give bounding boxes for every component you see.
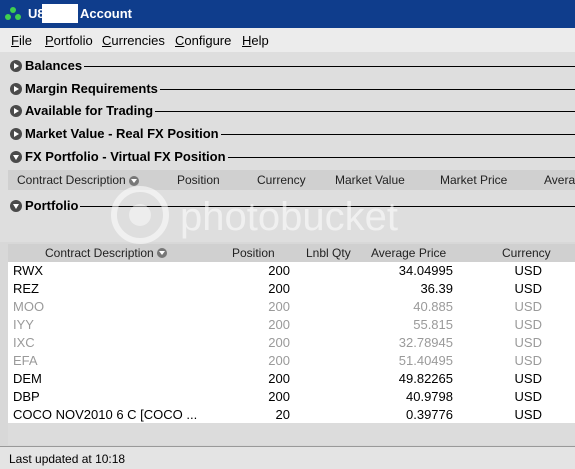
cell-currency: USD: [514, 317, 542, 332]
status-bar: Last updated at 10:18: [0, 446, 575, 469]
cell-position: 200: [268, 371, 290, 386]
redacted-account-id: [42, 4, 78, 23]
cell-currency: USD: [514, 299, 542, 314]
section-label: Available for Trading: [25, 103, 156, 118]
cell-position: 200: [268, 353, 290, 368]
column-header-lnbl-qty[interactable]: Lnbl Qty: [306, 246, 351, 260]
expand-arrow-icon[interactable]: [10, 128, 22, 140]
column-header-position[interactable]: Position: [177, 173, 220, 187]
cell-currency: USD: [514, 263, 542, 278]
cell-contract: MOO: [13, 299, 45, 314]
cell-average-price: 36.39: [420, 281, 453, 296]
table-row[interactable]: EFA 200 51.40495 USD: [8, 352, 575, 370]
column-header-position[interactable]: Position: [232, 246, 275, 260]
cell-contract: REZ: [13, 281, 39, 296]
column-header-currency[interactable]: Currency: [257, 173, 306, 187]
window-title-suffix: Account: [80, 6, 132, 21]
title-bar: U8 Account: [0, 0, 575, 28]
column-header-currency[interactable]: Currency: [502, 246, 551, 260]
cell-position: 20: [275, 407, 290, 422]
section-market-value[interactable]: Market Value - Real FX Position: [0, 123, 575, 145]
cell-average-price: 49.82265: [398, 371, 453, 386]
cell-currency: USD: [514, 281, 542, 296]
column-header-contract-description[interactable]: Contract Description: [45, 246, 167, 260]
table-row[interactable]: DBP 200 40.9798 USD: [8, 388, 575, 406]
section-label: Balances: [25, 58, 85, 73]
table-empty-area: [8, 423, 575, 445]
cell-currency: USD: [514, 389, 542, 404]
last-updated-text: Last updated at 10:18: [9, 452, 126, 466]
section-label: FX Portfolio - Virtual FX Position: [25, 149, 228, 164]
table-row[interactable]: COCO NOV2010 6 C [COCO ... 20 0.39776 US…: [8, 406, 575, 424]
cell-average-price: 40.9798: [406, 389, 453, 404]
section-label: Portfolio: [25, 198, 81, 213]
cell-currency: USD: [514, 371, 542, 386]
portfolio-table: RWX 200 34.04995 USD REZ 200 36.39 USD M…: [8, 262, 575, 423]
column-header-average-price[interactable]: Average Price: [371, 246, 446, 260]
cell-contract: DEM: [13, 371, 42, 386]
sort-arrow-icon[interactable]: [128, 176, 139, 186]
table-row[interactable]: RWX 200 34.04995 USD: [8, 262, 575, 280]
section-label: Market Value - Real FX Position: [25, 126, 221, 141]
cell-average-price: 55.815: [413, 317, 453, 332]
column-header-contract-description[interactable]: Contract Description: [17, 173, 139, 187]
expand-arrow-icon[interactable]: [10, 83, 22, 95]
cell-average-price: 40.885: [413, 299, 453, 314]
section-fx-portfolio[interactable]: FX Portfolio - Virtual FX Position: [0, 146, 575, 168]
fx-table-header: Contract Description Position Currency M…: [8, 170, 575, 190]
menu-currencies[interactable]: Currencies: [102, 33, 165, 48]
table-row[interactable]: MOO 200 40.885 USD: [8, 298, 575, 316]
collapse-arrow-icon[interactable]: [10, 151, 22, 163]
divider: [25, 66, 575, 67]
cell-contract: IYY: [13, 317, 34, 332]
menu-configure[interactable]: Configure: [175, 33, 231, 48]
sort-arrow-icon[interactable]: [156, 248, 167, 258]
section-available-for-trading[interactable]: Available for Trading: [0, 100, 575, 122]
cell-position: 200: [268, 263, 290, 278]
column-header-average[interactable]: Avera: [544, 173, 575, 187]
cell-average-price: 51.40495: [398, 353, 453, 368]
table-row[interactable]: REZ 200 36.39 USD: [8, 280, 575, 298]
menu-help[interactable]: Help: [242, 33, 269, 48]
cell-average-price: 0.39776: [406, 407, 453, 422]
section-balances[interactable]: Balances: [0, 55, 575, 77]
app-logo-icon: [5, 7, 21, 20]
menu-bar: File Portfolio Currencies Configure Help: [0, 28, 575, 52]
cell-average-price: 34.04995: [398, 263, 453, 278]
menu-portfolio[interactable]: Portfolio: [45, 33, 93, 48]
column-header-market-price[interactable]: Market Price: [440, 173, 507, 187]
expand-arrow-icon[interactable]: [10, 60, 22, 72]
cell-position: 200: [268, 299, 290, 314]
table-row[interactable]: IXC 200 32.78945 USD: [8, 334, 575, 352]
cell-currency: USD: [514, 353, 542, 368]
cell-currency: USD: [514, 407, 542, 422]
cell-position: 200: [268, 335, 290, 350]
divider: [25, 206, 575, 207]
cell-position: 200: [268, 281, 290, 296]
cell-currency: USD: [514, 335, 542, 350]
cell-position: 200: [268, 389, 290, 404]
cell-average-price: 32.78945: [398, 335, 453, 350]
cell-contract: COCO NOV2010 6 C [COCO ...: [13, 407, 198, 422]
cell-contract: IXC: [13, 335, 35, 350]
section-margin-requirements[interactable]: Margin Requirements: [0, 78, 575, 100]
portfolio-table-header: Contract Description Position Lnbl Qty A…: [8, 244, 575, 262]
collapse-arrow-icon[interactable]: [10, 200, 22, 212]
expand-arrow-icon[interactable]: [10, 105, 22, 117]
cell-contract: DBP: [13, 389, 40, 404]
section-portfolio[interactable]: Portfolio: [0, 195, 575, 217]
section-label: Margin Requirements: [25, 81, 160, 96]
table-row[interactable]: IYY 200 55.815 USD: [8, 316, 575, 334]
menu-file[interactable]: File: [11, 33, 32, 48]
cell-contract: RWX: [13, 263, 44, 278]
column-header-market-value[interactable]: Market Value: [335, 173, 405, 187]
table-row[interactable]: DEM 200 49.82265 USD: [8, 370, 575, 388]
cell-position: 200: [268, 317, 290, 332]
cell-contract: EFA: [13, 353, 38, 368]
account-panel: Balances Margin Requirements Available f…: [0, 52, 575, 242]
